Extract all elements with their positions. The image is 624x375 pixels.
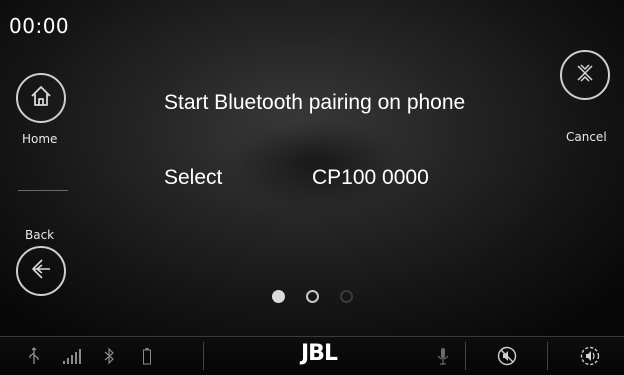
device-name: CP100 0000 [312,166,429,189]
status-separator [547,342,548,370]
page-dot[interactable] [340,290,353,303]
usb-icon [28,347,40,369]
back-arrow-icon [27,255,55,287]
bluetooth-icon [104,347,114,369]
home-icon [28,83,54,113]
volume-icon[interactable] [580,346,600,370]
page-dot-active[interactable] [272,290,285,303]
cancel-label: Cancel [566,130,607,144]
status-separator [465,342,466,370]
pairing-screen: 00:00 Home Back Cancel Start Bluetooth p… [0,0,624,375]
home-button[interactable] [16,73,66,123]
brand-logo: JBL [301,341,338,366]
page-dot[interactable] [306,290,319,303]
microphone-icon [436,347,450,369]
home-label: Home [22,132,58,146]
pairing-instruction: Start Bluetooth pairing on phone [164,91,466,114]
status-separator [203,342,204,370]
back-button[interactable] [16,246,66,296]
mute-icon[interactable] [497,346,517,370]
signal-icon [62,347,82,369]
select-label: Select [164,166,223,189]
back-label: Back [25,228,55,242]
close-icon [573,61,597,89]
cancel-button[interactable] [560,50,610,100]
divider [18,190,68,191]
battery-icon [142,347,152,369]
clock: 00:00 [9,14,70,38]
